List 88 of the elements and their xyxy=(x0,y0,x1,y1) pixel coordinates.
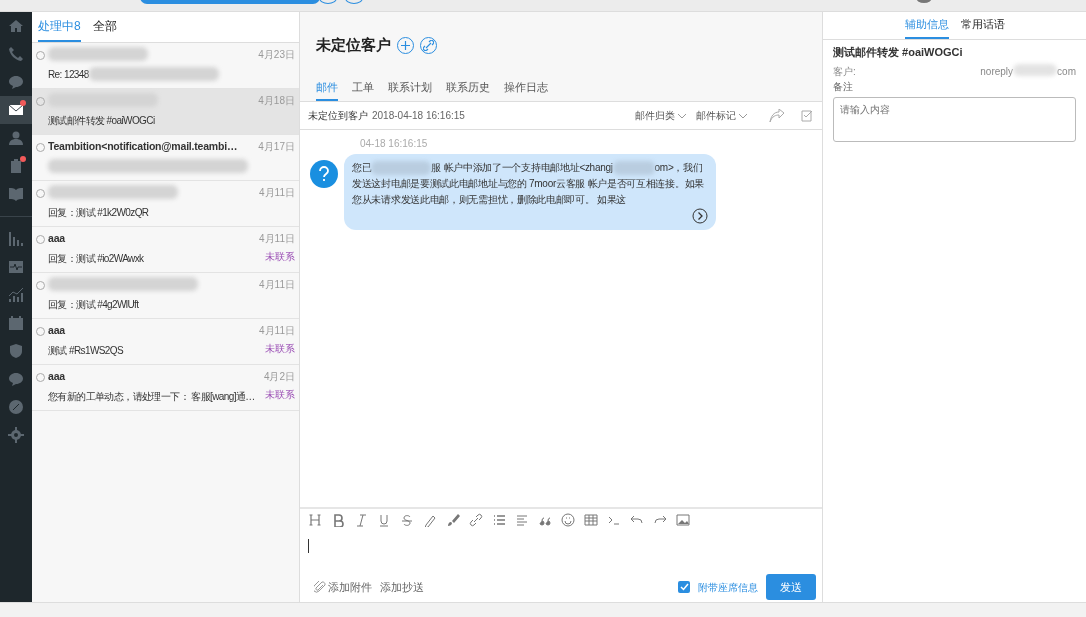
side-tab[interactable]: 常用话语 xyxy=(960,12,1005,39)
forward-icon[interactable] xyxy=(769,108,785,123)
link-icon xyxy=(423,39,434,51)
date-label: 4月11日 xyxy=(259,278,295,292)
bar-chart-icon xyxy=(8,231,24,247)
message-time: 04-18 16:16:15 xyxy=(360,137,429,151)
chevron-down-icon xyxy=(678,113,687,119)
add-attachment-link[interactable]: 添加附件 xyxy=(328,578,372,596)
paperclip-icon[interactable] xyxy=(314,580,326,594)
date-label: 4月23日 xyxy=(258,48,295,62)
sender-name: aaa xyxy=(48,324,65,336)
subject-text: 回复：测试 #1k2W0zQR xyxy=(48,205,149,220)
date-label: 4月11日 xyxy=(259,186,295,200)
strikethrough-icon[interactable] xyxy=(400,513,414,527)
image-icon[interactable] xyxy=(676,513,690,527)
side-tab[interactable]: 辅助信息 xyxy=(904,12,949,39)
customer-label: 客户: xyxy=(833,64,856,79)
envelope-icon xyxy=(8,102,24,118)
status-tag: 未联系 xyxy=(259,249,295,267)
date-label: 4月17日 xyxy=(258,140,295,154)
heading-icon[interactable] xyxy=(308,513,322,527)
line-chart-icon xyxy=(8,287,24,303)
clipboard-icon xyxy=(8,158,24,174)
note-field[interactable]: 请输入内容 xyxy=(833,96,1076,142)
home-icon xyxy=(8,18,24,34)
customer-email: noreply xyxy=(980,64,1014,79)
dropdown[interactable]: 邮件归类 xyxy=(635,108,687,123)
monitor-icon xyxy=(8,259,24,275)
phone-icon xyxy=(8,46,24,62)
tab[interactable]: 联系计划 xyxy=(388,78,432,101)
sender-name: Teambition<notification@mail.teambi… xyxy=(48,140,238,152)
settings-icon xyxy=(8,427,24,443)
pen-icon[interactable] xyxy=(423,513,437,527)
tab[interactable]: 工单 xyxy=(352,78,374,101)
align-left-icon[interactable] xyxy=(515,513,529,527)
redaction-blur xyxy=(612,161,655,176)
customer-title: 未定位客户 xyxy=(316,35,391,55)
redaction-blur xyxy=(371,161,432,176)
mail-time: 2018-04-18 16:16:15 xyxy=(372,109,465,123)
italic-icon[interactable] xyxy=(354,513,368,527)
subject-text: 测试邮件转发 #oaiWOGCi xyxy=(48,113,155,128)
plus-icon xyxy=(400,39,411,51)
chevron-down-icon xyxy=(739,113,747,119)
signature-checkbox[interactable] xyxy=(678,581,690,593)
link-icon[interactable] xyxy=(469,513,483,527)
book-icon xyxy=(8,186,24,202)
person-icon xyxy=(8,130,24,146)
chat-icon xyxy=(8,74,24,90)
date-label: 4月11日 xyxy=(259,324,295,338)
subject-text: 测试 #Rs1WS2QS xyxy=(48,343,124,358)
sender-name: aaa xyxy=(48,370,65,382)
mail-subject: 测试邮件转发 #oaiWOGCi xyxy=(833,45,964,60)
date-label: 4月2日 xyxy=(263,370,295,384)
date-label: 4月18日 xyxy=(258,94,295,108)
subject-text: 回复：测试 #4g2WlUft xyxy=(48,297,139,312)
smiley-icon[interactable] xyxy=(561,513,575,527)
subject-text: 回复：测试 #io2WAwxk xyxy=(48,251,144,266)
bold-icon[interactable] xyxy=(331,513,345,527)
customer-email: com xyxy=(1057,64,1076,79)
dropdown[interactable]: 邮件标记 xyxy=(696,108,747,123)
bulleted-list-icon[interactable] xyxy=(492,513,506,527)
notification-dot xyxy=(20,156,26,162)
tab[interactable]: 联系历史 xyxy=(446,78,490,101)
unknown-user-avatar xyxy=(310,160,338,188)
shield-icon xyxy=(8,343,24,359)
conversation-item[interactable]: 4月18日 测试邮件转发 #oaiWOGCi xyxy=(32,89,299,135)
subject-text: 您有新的工单动态，请处理一下： 客服[wang]通… xyxy=(48,389,255,404)
status-tag: 未联系 xyxy=(259,341,295,359)
speech-bubble-icon xyxy=(8,371,24,387)
link-icon xyxy=(8,399,24,415)
tab[interactable]: 操作日志 xyxy=(504,78,548,101)
message-text: 您已 服 帐户中添加了一个支持电邮地址<zhangj om>，我们发送这封电邮是要测试此电邮地址与您的 7moor云客服 帐户是否可互相连接。如果您从未请求发送此电邮，则无需担忧，删除此电邮即可。 如果这 xyxy=(352,160,705,207)
add-cc-link[interactable]: 添加抄送 xyxy=(380,578,424,596)
calendar-icon xyxy=(8,315,24,331)
list-tab[interactable]: 全部 xyxy=(92,12,117,42)
status-tag: 未联系 xyxy=(263,387,295,405)
brush-icon[interactable] xyxy=(446,513,460,527)
subject-text: Re: 12348 xyxy=(48,67,89,82)
underline-icon[interactable] xyxy=(377,513,391,527)
customer-status: 未定位到客户 xyxy=(308,109,368,123)
sender-name: aaa xyxy=(48,232,65,244)
sidebar-item[interactable] xyxy=(0,96,32,124)
table-icon[interactable] xyxy=(584,513,598,527)
signature-label[interactable]: 附带座席信息 xyxy=(698,579,758,595)
date-label: 4月11日 xyxy=(259,232,295,246)
note-label: 备注 xyxy=(833,79,854,94)
notification-dot xyxy=(20,100,26,106)
redaction-blur xyxy=(1013,63,1058,76)
